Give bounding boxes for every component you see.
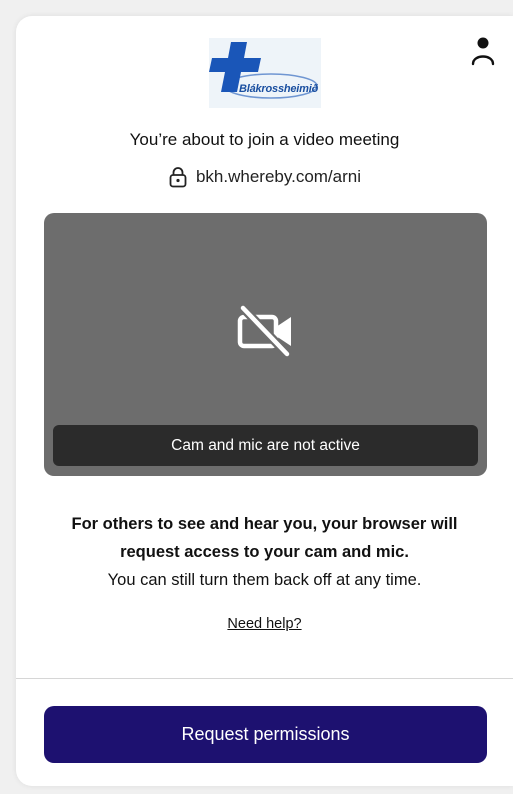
- media-status-bar: Cam and mic are not active: [53, 425, 478, 466]
- user-icon[interactable]: [470, 36, 496, 66]
- camera-off-icon: [237, 305, 291, 357]
- camera-preview: Cam and mic are not active: [44, 213, 487, 476]
- need-help-link[interactable]: Need help?: [16, 616, 513, 632]
- meeting-url-row: bkh.whereby.com/arni: [16, 166, 513, 188]
- lock-icon: [169, 167, 187, 188]
- join-meeting-card: Blákrossheimið You’re about to join a vi…: [16, 16, 513, 786]
- blue-cross-icon: [209, 42, 318, 99]
- info-line-1: For others to see and hear you, your bro…: [71, 515, 458, 533]
- info-line-2: request access to your cam and mic.: [120, 543, 409, 561]
- info-line-3: You can still turn them back off at any …: [107, 571, 422, 589]
- permission-info: For others to see and hear you, your bro…: [16, 510, 513, 594]
- request-permissions-button[interactable]: Request permissions: [44, 706, 487, 763]
- logo-text: Blákrossheimið: [239, 83, 319, 95]
- page-title: You’re about to join a video meeting: [129, 130, 400, 149]
- divider: [16, 678, 513, 679]
- meeting-url: bkh.whereby.com/arni: [195, 167, 362, 186]
- organization-logo: Blákrossheimið: [209, 38, 321, 108]
